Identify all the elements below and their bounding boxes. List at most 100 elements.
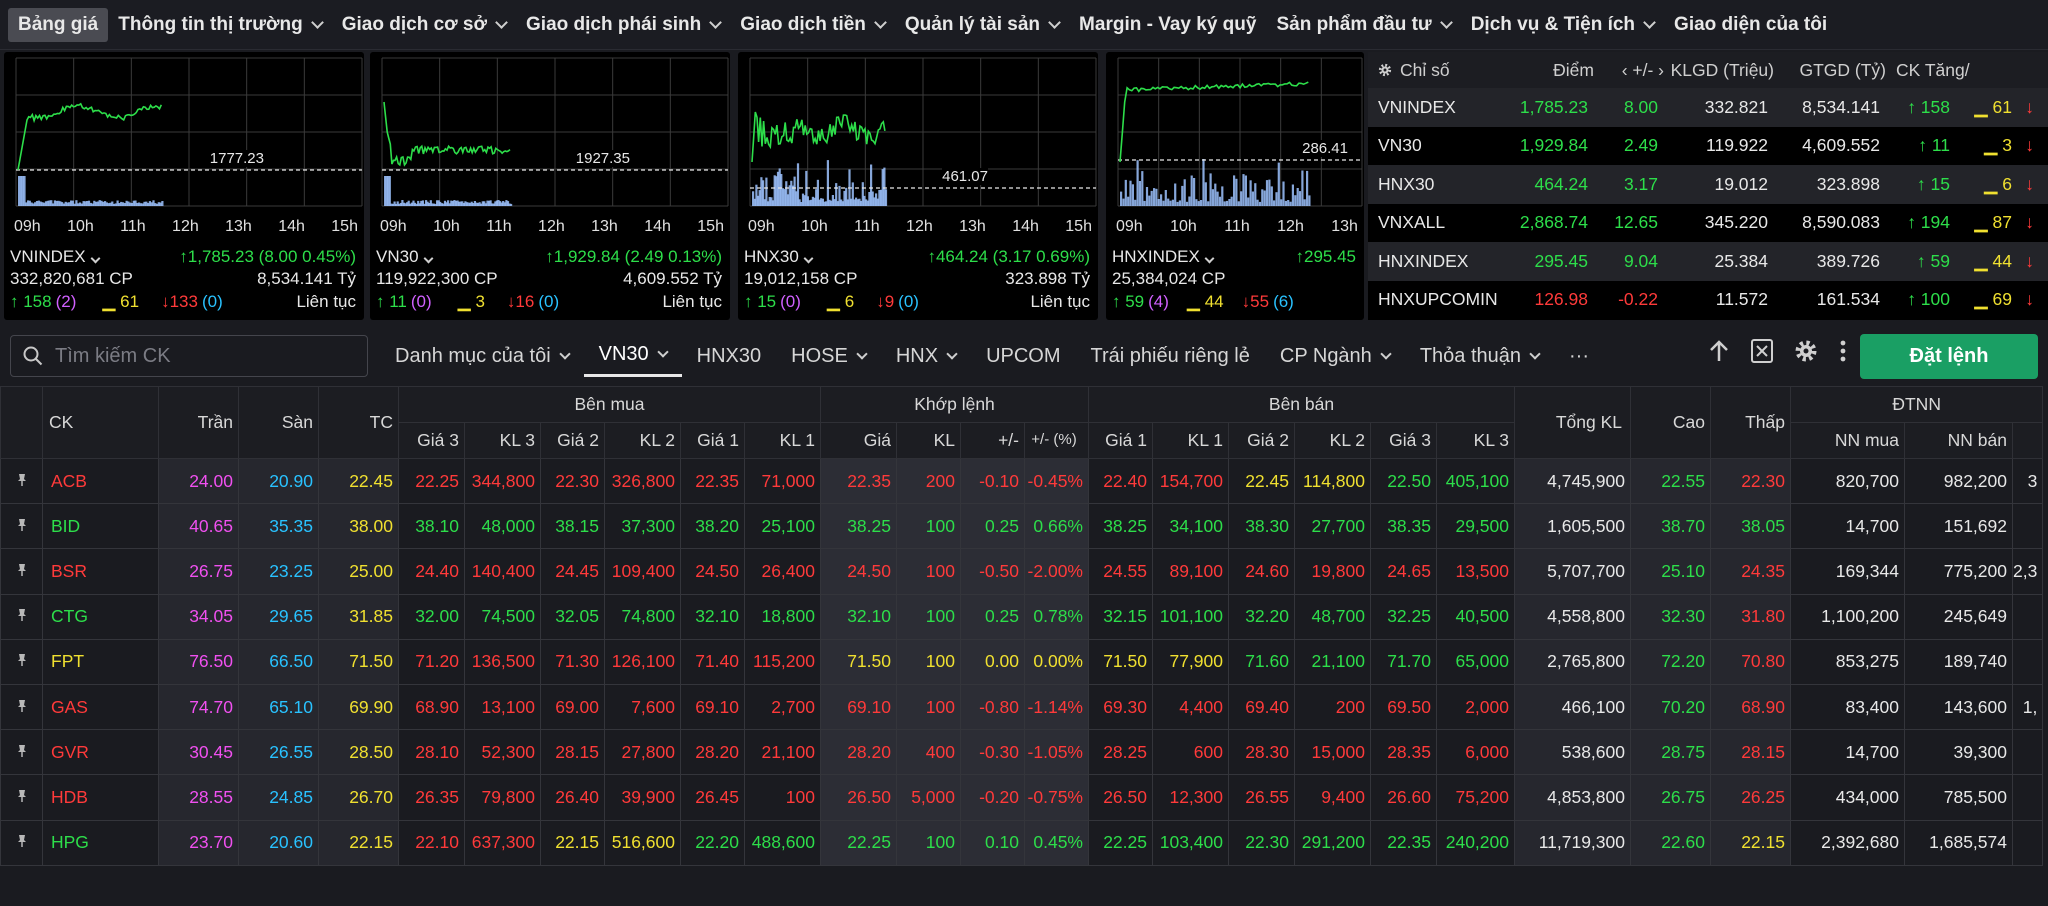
col-reference[interactable]: TC <box>318 386 399 459</box>
pin-icon[interactable] <box>0 593 43 640</box>
nav-item-1[interactable]: Thông tin thị trường <box>108 8 332 42</box>
symbol-cell[interactable]: GAS <box>42 683 159 731</box>
index-row[interactable]: HNXUPCOMINDEX 126.98 -0.22 11.572 161.53… <box>1368 281 2048 320</box>
table-row[interactable]: GVR 30.45 26.55 28.50 28.10 52,300 28.15 27,800… <box>0 729 2044 776</box>
col-low[interactable]: Thấp <box>1710 386 1791 459</box>
col-high[interactable]: Cao <box>1630 386 1711 459</box>
pin-icon[interactable] <box>0 729 43 776</box>
col-header[interactable]: +/- (%) <box>1024 422 1089 459</box>
pin-icon[interactable] <box>0 683 43 731</box>
col-foreign-sell[interactable]: NN bán <box>1904 422 2013 459</box>
nav-item-4[interactable]: Giao dịch tiền <box>730 8 895 42</box>
nav-item-8[interactable]: Dịch vụ & Tiện ích <box>1461 8 1664 42</box>
symbol-cell[interactable]: ACB <box>42 457 159 505</box>
table-row[interactable]: FPT 76.50 66.50 71.50 71.20 136,500 71.30 126,1… <box>0 638 2044 685</box>
col-header[interactable]: KL 2 <box>604 422 681 459</box>
cell: 38.10 <box>398 503 465 550</box>
index-row-name: VNXALL <box>1378 212 1446 233</box>
index-card-hnxindex[interactable]: 286.41 09h 10h 11h 12h 13h HNXINDEX ↑295.45 … <box>1106 52 1364 320</box>
cell: 24.85 <box>238 774 319 821</box>
col-foreign-buy[interactable]: NN mua <box>1790 422 1905 459</box>
nav-item-6[interactable]: Margin - Vay ký quỹ <box>1069 8 1266 42</box>
table-row[interactable]: CTG 34.05 29.65 31.85 32.00 74,500 32.05 74,800… <box>0 593 2044 640</box>
index-row[interactable]: HNXINDEX 295.45 9.04 25.384 389.726 ↑ 59… <box>1368 242 2048 281</box>
nav-item-5[interactable]: Quản lý tài sản <box>895 8 1069 42</box>
pin-icon[interactable] <box>0 819 43 866</box>
cell: 21,100 <box>1294 638 1371 685</box>
nav-item-3[interactable]: Giao dịch phái sinh <box>516 8 730 42</box>
excel-icon[interactable] <box>1750 338 1774 364</box>
tab-4[interactable]: HNX <box>881 335 971 377</box>
nav-label: Thông tin thị trường <box>118 13 303 35</box>
index-row[interactable]: VNINDEX 1,785.23 8.00 332.821 8,534.141 … <box>1368 88 2048 127</box>
col-header[interactable]: KL 3 <box>1436 422 1515 459</box>
col-header[interactable]: KL 3 <box>464 422 541 459</box>
index-row[interactable]: HNX30 464.24 3.17 19.012 323.898 ↑ 15 ▁ … <box>1368 165 2048 204</box>
col-total-volume[interactable]: Tổng KL <box>1514 386 1631 459</box>
pin-icon[interactable] <box>0 503 43 550</box>
col-header[interactable]: KL <box>896 422 961 459</box>
symbol-cell[interactable]: HPG <box>42 819 159 866</box>
tab-6[interactable]: Trái phiếu riêng lẻ <box>1076 335 1265 377</box>
symbol-cell[interactable]: HDB <box>42 774 159 821</box>
decliners-floor: (0) <box>898 292 919 311</box>
nav-item-7[interactable]: Sản phẩm đầu tư <box>1266 8 1460 42</box>
col-header[interactable]: KL 1 <box>744 422 821 459</box>
nav-item-2[interactable]: Giao dịch cơ sở <box>332 8 516 42</box>
pin-icon[interactable] <box>0 548 43 595</box>
symbol-cell[interactable]: GVR <box>42 729 159 776</box>
col-header[interactable]: Giá 2 <box>540 422 605 459</box>
tab-0[interactable]: Danh mục của tôi <box>380 335 584 377</box>
col-header[interactable]: Giá 3 <box>398 422 465 459</box>
col-header[interactable]: +/- <box>960 422 1025 459</box>
index-col-header[interactable]: ‹ +/- › <box>1594 60 1664 81</box>
col-header[interactable]: Giá <box>820 422 897 459</box>
cell: 34,100 <box>1152 503 1229 550</box>
symbol-cell[interactable]: CTG <box>42 593 159 640</box>
col-header[interactable]: KL 1 <box>1152 422 1229 459</box>
symbol-cell[interactable]: BID <box>42 503 159 550</box>
table-row[interactable]: BSR 26.75 23.25 25.00 24.40 140,400 24.45 109,4… <box>0 548 2044 595</box>
place-order-button[interactable]: Đặt lệnh <box>1860 334 2038 379</box>
upload-icon[interactable] <box>1708 339 1730 363</box>
table-row[interactable]: HDB 28.55 24.85 26.70 26.35 79,800 26.40 39,900… <box>0 774 2044 821</box>
col-floor[interactable]: Sàn <box>238 386 319 459</box>
tab-2[interactable]: HNX30 <box>682 335 776 377</box>
gear-icon[interactable] <box>1378 63 1392 77</box>
index-row[interactable]: VN30 1,929.84 2.49 119.922 4,609.552 ↑ 1… <box>1368 127 2048 166</box>
index-card-vnindex[interactable]: 1777.23 09h 10h 11h 12h 13h 14h 15h VNINDEX ↑1… <box>4 52 364 320</box>
table-row[interactable]: ACB 24.00 20.90 22.45 22.25 344,800 22.30 326,8… <box>0 457 2044 505</box>
pin-icon[interactable] <box>0 774 43 821</box>
col-header[interactable]: KL 2 <box>1294 422 1371 459</box>
col-header[interactable]: Giá 2 <box>1228 422 1295 459</box>
table-row[interactable]: BID 40.65 35.35 38.00 38.10 48,000 38.15 37,300… <box>0 503 2044 550</box>
table-row[interactable]: GAS 74.70 65.10 69.90 68.90 13,100 69.00 7,600 6… <box>0 683 2044 731</box>
tab-3[interactable]: HOSE <box>776 335 881 377</box>
nav-item-9[interactable]: Giao diện của tôi <box>1664 8 1837 42</box>
col-symbol[interactable]: CK <box>42 386 159 459</box>
search-input[interactable]: Tìm kiếm CK <box>10 335 368 377</box>
pin-icon[interactable] <box>0 638 43 685</box>
col-ceiling[interactable]: Trần <box>158 386 239 459</box>
index-row[interactable]: VNXALL 2,868.74 12.65 345.220 8,590.083 … <box>1368 204 2048 243</box>
settings-icon[interactable] <box>1794 339 1818 363</box>
time-tick: 11h <box>120 218 146 235</box>
cell: 26.75 <box>1630 774 1711 821</box>
tab-7[interactable]: CP Ngành <box>1265 335 1405 377</box>
symbol-cell[interactable]: FPT <box>42 638 159 685</box>
table-row[interactable]: HPG 23.70 20.60 22.15 22.10 637,300 22.15 516,6… <box>0 819 2044 866</box>
col-header[interactable]: Giá 1 <box>1088 422 1153 459</box>
tab-1[interactable]: VN30 <box>583 335 682 377</box>
pin-icon[interactable] <box>0 457 43 505</box>
nav-item-0[interactable]: Bảng giá <box>8 7 109 42</box>
col-header[interactable]: Giá 1 <box>680 422 745 459</box>
index-card-vn30[interactable]: 1927.35 09h 10h 11h 12h 13h 14h 15h VN30 ↑1,92… <box>370 52 730 320</box>
symbol-cell[interactable]: BSR <box>42 548 159 595</box>
tab-5[interactable]: UPCOM <box>971 335 1075 377</box>
col-header[interactable]: Giá 3 <box>1370 422 1437 459</box>
more-vertical-icon[interactable] <box>1838 339 1848 363</box>
index-card-hnx30[interactable]: 461.07 09h 10h 11h 12h 13h 14h 15h HNX30 ↑464.… <box>738 52 1098 320</box>
tab-9[interactable]: ··· <box>1554 335 1604 377</box>
tab-8[interactable]: Thỏa thuận <box>1405 335 1554 377</box>
cell: 22.15 <box>1710 819 1791 866</box>
